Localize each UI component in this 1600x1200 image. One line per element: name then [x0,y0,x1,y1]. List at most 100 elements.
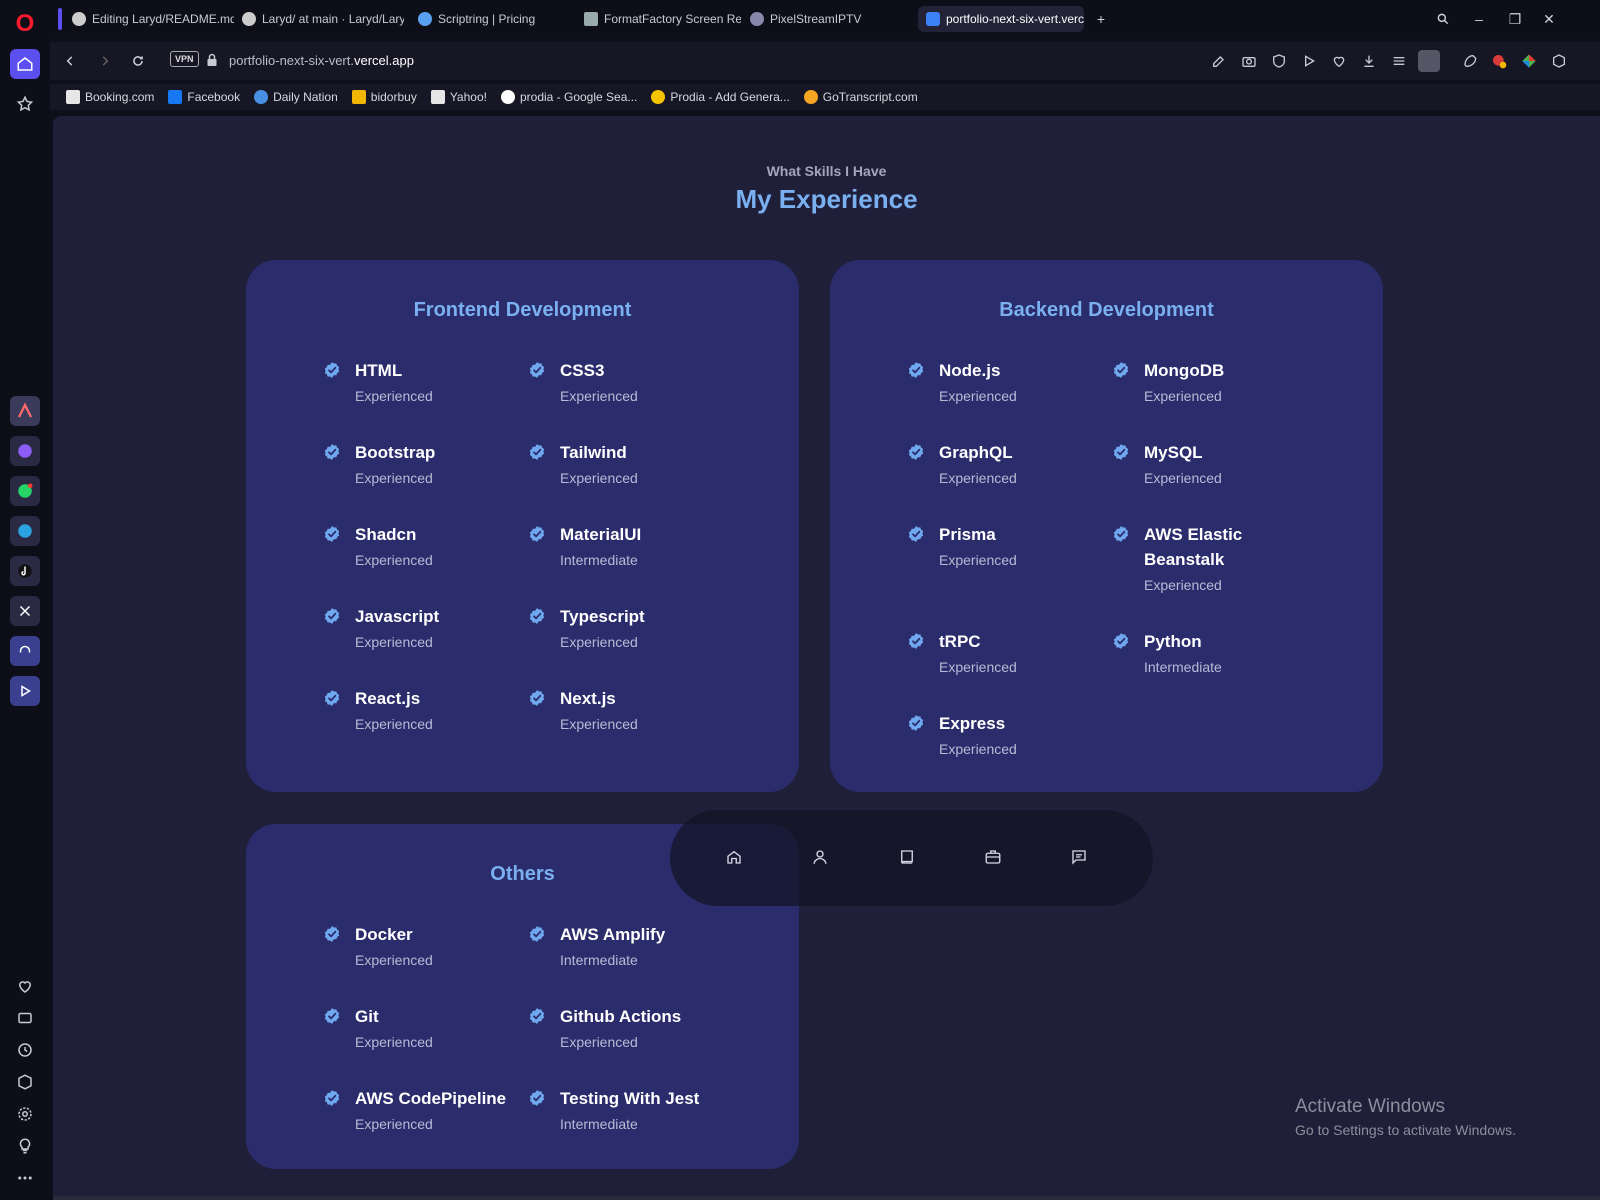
url-prefix: portfolio-next-six-vert. [229,53,354,68]
download-icon[interactable] [1360,52,1378,70]
skill-name: Javascript [355,607,440,626]
tab-scriptring[interactable]: Scriptring | Pricing [410,6,570,32]
bookmark-label: GoTranscript.com [822,90,918,104]
more-icon[interactable] [13,1166,37,1190]
url-field[interactable]: portfolio-next-six-vert.vercel.app [229,53,414,68]
briefcase-icon[interactable] [980,844,1006,870]
skill-item: Node.js Experienced [907,358,1107,404]
tab-portfolio-active[interactable]: portfolio-next-six-vert.vercel.app [918,6,1084,32]
verified-check-icon [907,443,925,461]
edit-icon[interactable] [1210,52,1228,70]
vpn-badge[interactable]: VPN [170,51,199,67]
skill-item: GraphQL Experienced [907,440,1107,486]
skill-level: Experienced [355,1034,433,1050]
tab-editing-readme[interactable]: Editing Laryd/README.md [64,6,234,32]
play-icon[interactable] [1300,52,1318,70]
tabs-icon[interactable] [13,1006,37,1030]
card-title: Backend Development [999,299,1214,321]
messenger-icon[interactable] [10,436,40,466]
bookmark-label: Yahoo! [449,90,487,104]
bookmark-label: Daily Nation [273,90,338,104]
search-tabs-icon[interactable] [1432,8,1454,30]
verified-check-icon [907,632,925,650]
forward-icon[interactable] [95,51,115,71]
verified-check-icon [323,1089,341,1107]
verified-check-icon [528,689,546,707]
skill-name: Python [1144,632,1202,651]
cube-icon[interactable] [1550,52,1568,70]
scriptring-icon [418,12,432,26]
skill-level: Intermediate [560,1116,638,1132]
skill-name: Shadcn [355,525,417,544]
message-icon[interactable] [1066,844,1092,870]
skill-level: Intermediate [1144,659,1222,675]
tab-laryd-main[interactable]: Laryd/ at main · Laryd/Laryd [234,6,404,32]
x-twitter-icon[interactable] [10,596,40,626]
color-extension-icon[interactable] [1520,52,1538,70]
close-window-button[interactable]: ✕ [1538,8,1560,30]
heart-icon[interactable] [1330,52,1348,70]
tab-pixelstream[interactable]: PixelStreamIPTV [742,6,900,32]
verified-check-icon [528,1007,546,1025]
star-icon[interactable] [10,89,40,119]
feather-icon[interactable] [1460,52,1478,70]
bookmark-prodia-google[interactable]: prodia - Google Sea... [500,90,637,104]
player-icon[interactable] [10,676,40,706]
music-player-icon[interactable] [10,636,40,666]
verified-check-icon [528,525,546,543]
back-icon[interactable] [60,51,80,71]
reload-icon[interactable] [128,51,148,71]
extensions-icon[interactable] [13,1070,37,1094]
restore-button[interactable]: ❐ [1504,8,1526,30]
skill-item: Next.js Experienced [528,686,728,732]
skill-name: MongoDB [1144,361,1225,380]
skill-level: Experienced [355,552,433,568]
easy-setup-icon[interactable] [1390,52,1408,70]
horizontal-scrollbar[interactable] [53,1196,1600,1200]
aria-icon[interactable] [10,396,40,426]
bookmark-booking[interactable]: Booking.com [66,90,154,104]
shield-icon[interactable] [1270,52,1288,70]
facebook-icon [168,90,183,104]
verified-check-icon [907,525,925,543]
skill-level: Experienced [355,952,433,968]
extension-red-icon[interactable] [1490,52,1508,70]
history-icon[interactable] [13,1038,37,1062]
home-icon[interactable] [10,49,40,79]
heart-icon[interactable] [13,974,37,998]
page-icon [66,90,80,104]
user-icon[interactable] [807,844,833,870]
book-icon[interactable] [894,844,920,870]
skill-level: Experienced [939,470,1017,486]
bookmark-daily-nation[interactable]: Daily Nation [254,90,338,104]
prodia-icon [651,90,666,104]
new-tab-button[interactable]: + [1090,8,1112,30]
skill-name: tRPC [939,632,981,651]
home-icon[interactable] [721,844,747,870]
telegram-icon[interactable] [10,516,40,546]
tiktok-icon[interactable] [10,556,40,586]
bookmark-bidorbuy[interactable]: bidorbuy [351,90,417,104]
bookmark-label: bidorbuy [370,90,417,104]
camera-icon[interactable] [1240,52,1258,70]
skill-item: MySQL Experienced [1112,440,1312,486]
bookmark-facebook[interactable]: Facebook [168,90,240,104]
skill-item: AWS Elastic Beanstalk Experienced [1112,522,1312,593]
opera-logo-icon[interactable]: O [13,12,37,36]
bookmark-prodia[interactable]: Prodia - Add Genera... [651,90,790,104]
profile-avatar[interactable] [1418,50,1440,72]
bookmark-yahoo[interactable]: Yahoo! [430,90,487,104]
bookmark-gotranscript[interactable]: GoTranscript.com [803,90,918,104]
settings-icon[interactable] [13,1102,37,1126]
skill-level: Experienced [355,470,433,486]
tab-formatfactory[interactable]: FormatFactory Screen Rec [576,6,741,32]
whatsapp-icon[interactable] [10,476,40,506]
minimize-button[interactable]: – [1468,8,1490,30]
skill-level: Experienced [560,634,638,650]
skill-name: Bootstrap [355,443,436,462]
page-icon [430,90,445,104]
skill-item: Express Experienced [907,711,1107,757]
lock-icon[interactable] [206,53,218,72]
verified-check-icon [528,607,546,625]
lightbulb-icon[interactable] [13,1134,37,1158]
